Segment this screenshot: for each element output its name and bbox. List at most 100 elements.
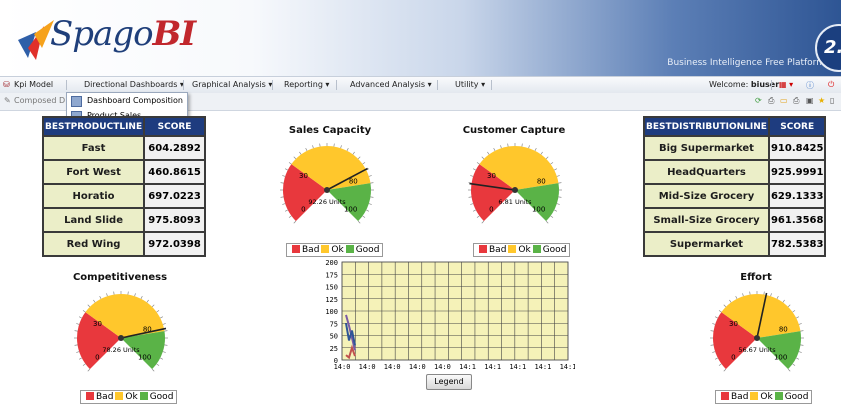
gauge-tick xyxy=(346,147,349,151)
gauge-tick xyxy=(156,363,160,366)
gauge-tick xyxy=(284,209,288,212)
table-row: HeadQuarters 925.9991 xyxy=(645,161,825,183)
gauge-tick xyxy=(470,175,474,177)
gauge-tick xyxy=(362,162,366,165)
gauge-tick xyxy=(82,310,86,313)
table-row: Horatio 697.0223 xyxy=(44,185,204,207)
column-header-score: SCORE xyxy=(145,118,204,135)
gauge-tick xyxy=(540,151,543,155)
gauge-tick xyxy=(493,147,496,151)
menu-item-dashboard-composition[interactable]: Dashboard Composition xyxy=(71,94,183,108)
y-tick-label: 200 xyxy=(325,259,338,267)
gauge-tick-label: 30 xyxy=(729,320,738,328)
gauge-tick xyxy=(156,310,160,313)
sales-capacity-gauge: 0 30 80 10092.26 Units xyxy=(280,143,374,224)
gauge-tick xyxy=(76,351,80,353)
line-chart: 200175150125100755025014:0 14:0 14:0 14:0 14… xyxy=(325,259,575,371)
y-tick-label: 50 xyxy=(330,333,338,341)
gauge-tick xyxy=(160,316,164,319)
gauge-tick xyxy=(357,156,361,160)
gauge-legend: Bad Ok Good xyxy=(80,390,178,404)
gauge-tick xyxy=(76,323,80,325)
pencil-icon: ✎ xyxy=(4,96,11,105)
effort-gauge: 0 30 80 10056.67 Units xyxy=(710,291,804,372)
gauge-tick xyxy=(729,299,732,303)
legend-button[interactable]: Legend xyxy=(426,374,472,390)
column-header-score: SCORE xyxy=(769,118,825,135)
gauge-tick xyxy=(476,215,480,218)
gauge-tick xyxy=(472,168,476,171)
favorite-star-icon[interactable]: ★ xyxy=(818,96,825,105)
gauge-tick xyxy=(82,363,86,366)
dashboard-icon xyxy=(71,96,82,107)
gauge-tick xyxy=(357,220,361,224)
gauge-tick xyxy=(352,151,355,155)
gauge-tick xyxy=(723,368,727,372)
x-tick-label: 14:0 xyxy=(359,363,376,371)
gauge-tick xyxy=(712,323,716,325)
gauge-hub xyxy=(754,335,760,341)
gauge-tick xyxy=(282,203,286,205)
gauge-tick xyxy=(312,145,314,149)
y-tick-label: 25 xyxy=(330,345,338,353)
print-icon[interactable]: ⎙ xyxy=(768,96,774,106)
gauge-tick xyxy=(481,220,485,224)
gauge-tick xyxy=(787,368,791,372)
menu-reporting[interactable]: Reporting ▾ xyxy=(284,80,329,89)
language-flag-icon[interactable]: ▦ ▾ xyxy=(779,80,793,89)
gauge-tick-label: 0 xyxy=(95,353,99,361)
x-tick-label: 14:0 xyxy=(384,363,401,371)
gauge-value-label: 6.81 Units xyxy=(498,198,532,206)
gauge-tick xyxy=(554,168,558,171)
menu-kpi-model[interactable]: Kpi Model xyxy=(14,80,53,89)
info-icon[interactable]: ⓘ xyxy=(806,80,814,91)
gauge-legend: Bad Ok Good xyxy=(715,390,813,404)
gauge-tick-label: 80 xyxy=(349,177,358,185)
gauge-value-label: 56.67 Units xyxy=(738,346,776,354)
gauge-hub xyxy=(512,187,518,193)
gauge-tick xyxy=(134,293,136,297)
gauge-tick xyxy=(78,316,82,319)
menu-directional-dashboards[interactable]: Directional Dashboards ▾ xyxy=(84,80,184,89)
table-row: Big Supermarket 910.8425 xyxy=(645,137,825,159)
gauge-tick xyxy=(718,310,722,313)
gauge-tick xyxy=(368,175,372,177)
print-preview-icon[interactable]: ⎙ xyxy=(793,96,799,106)
gauge-tick xyxy=(545,156,549,160)
column-header-distribution: BESTDISTRIBUTIONLINE xyxy=(645,118,768,135)
menu-advanced-analysis[interactable]: Advanced Analysis ▾ xyxy=(350,80,432,89)
gauge-tick xyxy=(366,209,370,212)
y-tick-label: 100 xyxy=(325,308,338,316)
note-icon[interactable]: ▯ xyxy=(830,96,834,105)
gauge-tick xyxy=(78,357,82,360)
gauge-tick-label: 30 xyxy=(487,172,496,180)
gauge-tick xyxy=(723,304,727,308)
gauge-tick xyxy=(798,351,802,353)
folder-icon[interactable]: ▭ xyxy=(780,96,788,105)
logout-icon[interactable]: ⏻ xyxy=(828,80,834,90)
gauge-tick xyxy=(718,363,722,366)
breadcrumb[interactable]: Composed D xyxy=(14,96,65,105)
refresh-icon[interactable]: ⟳ xyxy=(755,96,762,105)
gauge-title-effort: Effort xyxy=(740,272,772,283)
save-icon[interactable]: ▣ xyxy=(806,96,814,105)
gauge-tick xyxy=(472,209,476,212)
best-product-line-table: BESTPRODUCTLINE SCORE Fast 604.2892 Fort … xyxy=(42,116,206,257)
table-row: Mid-Size Grocery 629.1333 xyxy=(645,185,825,207)
gauge-title-competitiveness: Competitiveness xyxy=(72,272,168,283)
gauge-tick xyxy=(362,215,366,218)
menu-graphical-analysis[interactable]: Graphical Analysis ▾ xyxy=(192,80,272,89)
tagline: Business Intelligence Free Platform xyxy=(667,58,825,68)
gauge-tick xyxy=(712,351,716,353)
gauge-tick-label: 0 xyxy=(301,205,305,213)
gauge-tick xyxy=(87,304,91,308)
gauge-tick xyxy=(554,209,558,212)
gauge-tick xyxy=(476,162,480,165)
y-tick-label: 75 xyxy=(330,320,338,328)
gauge-tick xyxy=(288,162,292,165)
table-row: Supermarket 782.5383 xyxy=(645,233,825,255)
table-row: Small-Size Grocery 961.3568 xyxy=(645,209,825,231)
gauge-tick xyxy=(714,316,718,319)
menu-utility[interactable]: Utility ▾ xyxy=(455,80,485,89)
gauge-tick xyxy=(305,147,308,151)
